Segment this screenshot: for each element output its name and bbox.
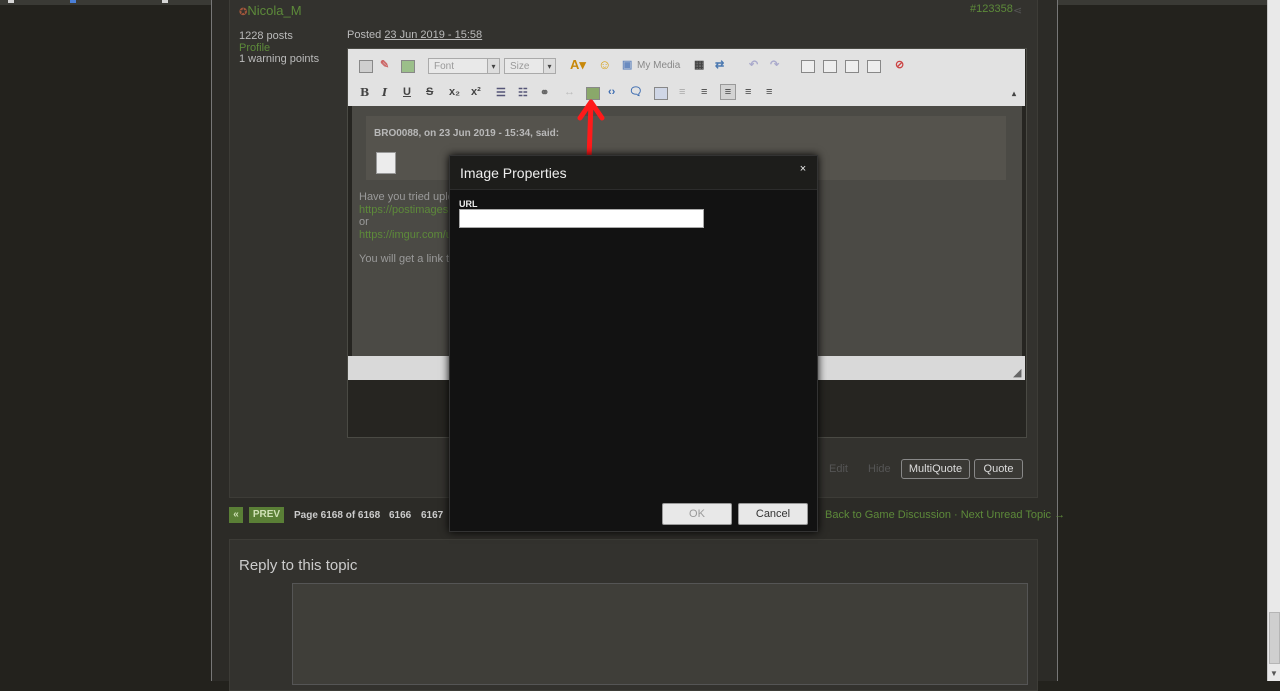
gift-icon[interactable]: ▦ bbox=[694, 58, 704, 71]
share-icon[interactable]: ⋖ bbox=[1013, 4, 1022, 17]
url-label: URL bbox=[459, 199, 478, 209]
first-page-button[interactable]: « bbox=[229, 507, 243, 523]
editor-toolbar: ✎ Font Size A▾ ☺ ▣ My Media ▦ ⇄ ↶ ↷ ⊘ B … bbox=[348, 49, 1025, 106]
edit-button[interactable]: Edit bbox=[829, 463, 848, 475]
imgur-link[interactable]: https://imgur.com/up bbox=[359, 229, 458, 242]
bold-icon[interactable]: B bbox=[360, 86, 369, 99]
prev-page-button[interactable]: PREV bbox=[249, 507, 284, 523]
topic-nav-links: Back to Game Discussion · Next Unread To… bbox=[825, 509, 1065, 521]
bulleted-list-icon[interactable]: ☰ bbox=[496, 86, 506, 99]
quoted-image-thumbnail bbox=[376, 152, 396, 174]
dialog-header: Image Properties × bbox=[450, 156, 817, 190]
text-color-icon[interactable]: A▾ bbox=[570, 57, 586, 73]
eraser-icon[interactable]: ✎ bbox=[380, 58, 389, 71]
underline-icon[interactable]: U bbox=[403, 86, 411, 98]
size-select[interactable]: Size bbox=[504, 58, 556, 74]
page-6167-link[interactable]: 6167 bbox=[421, 510, 443, 521]
quote-icon[interactable]: 🗨 bbox=[629, 85, 643, 98]
posted-prefix: Posted bbox=[347, 29, 382, 41]
cancel-button[interactable]: Cancel bbox=[738, 503, 808, 525]
code-icon[interactable]: ‹› bbox=[608, 86, 615, 98]
my-media-button[interactable]: My Media bbox=[637, 60, 680, 71]
author-name[interactable]: Nicola_M bbox=[247, 3, 301, 18]
next-unread-topic-link[interactable]: Next Unread Topic → bbox=[961, 509, 1065, 521]
my-media-icon[interactable]: ▣ bbox=[622, 58, 632, 71]
author-sidebar: 1228 posts Profile 1 warning points bbox=[239, 30, 320, 66]
warning-points: 1 warning points bbox=[239, 53, 320, 65]
posted-date: 23 Jun 2019 - 15:58 bbox=[384, 29, 483, 41]
multiquote-button[interactable]: MultiQuote bbox=[901, 459, 970, 479]
reply-editor[interactable] bbox=[292, 583, 1028, 685]
hide-button[interactable]: Hide bbox=[868, 463, 891, 475]
cut-icon[interactable] bbox=[801, 60, 815, 73]
quote-button[interactable]: Quote bbox=[974, 459, 1023, 479]
redo-icon[interactable]: ↷ bbox=[770, 58, 779, 71]
post-id[interactable]: #123358 bbox=[970, 3, 1013, 15]
reply-title: Reply to this topic bbox=[239, 557, 358, 574]
scroll-down-arrow-icon[interactable]: ▼ bbox=[1270, 669, 1278, 678]
url-input[interactable] bbox=[459, 209, 704, 228]
posted-line: Posted 23 Jun 2019 - 15:58 bbox=[347, 29, 482, 41]
resize-handle-icon[interactable]: ◢ bbox=[1013, 366, 1021, 379]
align-right-icon[interactable]: ≡ bbox=[766, 86, 772, 98]
body-line: or bbox=[359, 216, 369, 228]
scrollbar-thumb[interactable] bbox=[1269, 612, 1280, 664]
numbered-list-icon[interactable]: ☷ bbox=[518, 86, 528, 99]
paste-text-icon[interactable] bbox=[867, 60, 881, 73]
emoticon-icon[interactable]: ☺ bbox=[598, 57, 611, 72]
page-6166-link[interactable]: 6166 bbox=[389, 510, 411, 521]
remove-format-icon[interactable]: ⊘ bbox=[895, 58, 904, 71]
translate-icon[interactable]: ⇄ bbox=[715, 58, 724, 71]
image-properties-dialog: Image Properties × URL OK Cancel bbox=[449, 155, 818, 532]
collapse-toolbar-icon[interactable]: ▴ bbox=[1012, 89, 1016, 98]
ok-button[interactable]: OK bbox=[662, 503, 732, 525]
back-to-forum-link[interactable]: Back to Game Discussion bbox=[825, 509, 951, 521]
dialog-title: Image Properties bbox=[460, 165, 567, 181]
editor-body-text: Have you tried uplo https://postimages. … bbox=[359, 191, 458, 266]
template-icon[interactable] bbox=[401, 60, 415, 73]
font-select[interactable]: Font bbox=[428, 58, 500, 74]
spoiler-icon[interactable] bbox=[654, 87, 668, 100]
posts-count: 1228 posts bbox=[239, 30, 293, 42]
copy-icon[interactable] bbox=[823, 60, 837, 73]
outdent-icon[interactable]: ≡ bbox=[701, 86, 707, 98]
page-info: Page 6168 of 6168 bbox=[294, 510, 381, 521]
close-icon[interactable]: × bbox=[796, 163, 810, 177]
quote-header: BRO0088, on 23 Jun 2019 - 15:34, said: bbox=[374, 128, 560, 139]
align-left-icon[interactable]: ≡ bbox=[720, 84, 736, 100]
superscript-icon[interactable]: x² bbox=[471, 86, 481, 98]
link-icon[interactable]: ⚭ bbox=[540, 86, 549, 99]
source-icon[interactable] bbox=[359, 60, 373, 73]
nav-separator: · bbox=[954, 509, 958, 521]
undo-icon[interactable]: ↶ bbox=[749, 58, 758, 71]
body-line: Have you tried uplo bbox=[359, 191, 454, 203]
subscript-icon[interactable]: x₂ bbox=[449, 86, 460, 98]
body-line: You will get a link th bbox=[359, 253, 456, 265]
strikethrough-icon[interactable]: S bbox=[426, 86, 433, 98]
italic-icon[interactable]: I bbox=[382, 86, 387, 99]
align-center-icon[interactable]: ≡ bbox=[745, 86, 751, 98]
paste-icon[interactable] bbox=[845, 60, 859, 73]
page-scrollbar[interactable]: ▼ bbox=[1267, 0, 1280, 681]
post-author[interactable]: ✪Nicola_M bbox=[239, 3, 302, 18]
unlink-icon[interactable]: ↔ bbox=[564, 86, 575, 98]
indent-icon[interactable]: ≡ bbox=[679, 86, 685, 98]
postimages-link[interactable]: https://postimages. bbox=[359, 204, 458, 217]
